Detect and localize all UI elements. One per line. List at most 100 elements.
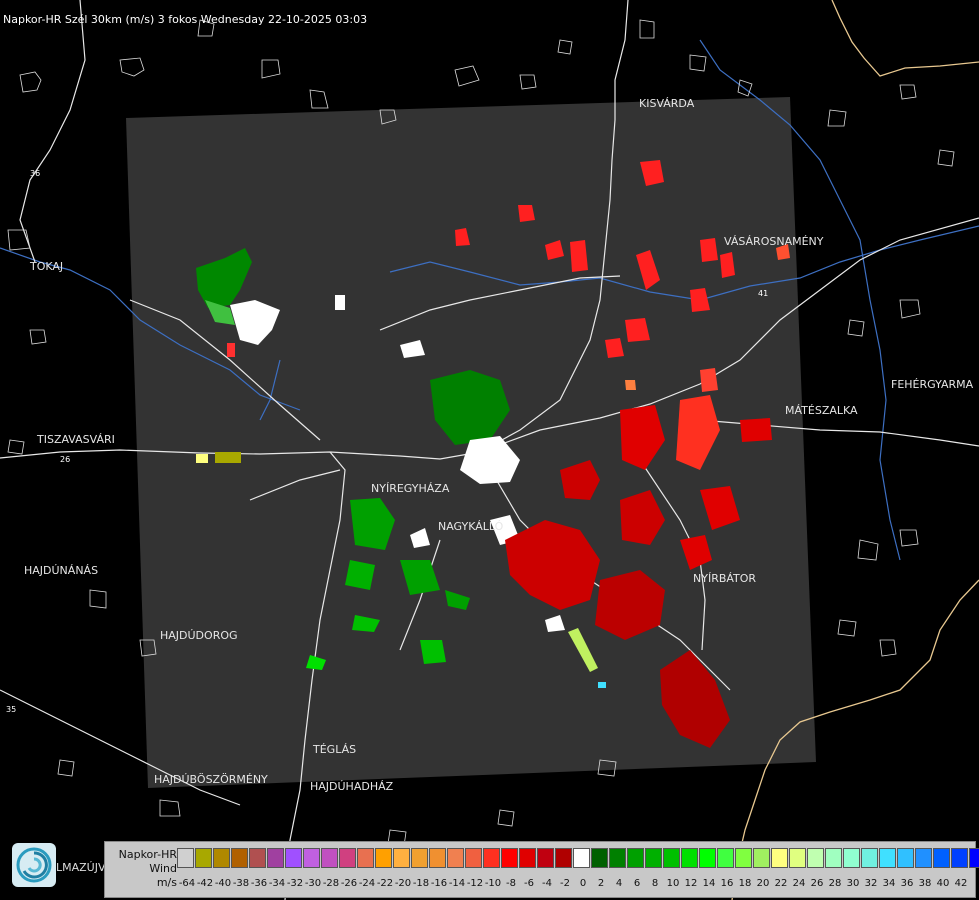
legend-tick-label: -22 xyxy=(376,878,394,889)
legend-tick-label: 40 xyxy=(936,878,950,889)
legend-swatch xyxy=(771,848,788,868)
legend-tick-label: 24 xyxy=(792,878,806,889)
legend-tick-label: 16 xyxy=(720,878,734,889)
legend-tick-label: -24 xyxy=(358,878,376,889)
legend-swatch xyxy=(951,848,968,868)
legend-tick-label: 20 xyxy=(756,878,770,889)
legend-swatch xyxy=(591,848,608,868)
map-title: Napkor-HR Szél 30km (m/s) 3 fokos Wednes… xyxy=(3,13,368,26)
city-label-hajdudorog: HAJDÚDOROG xyxy=(160,629,238,642)
legend-tick-label: -40 xyxy=(214,878,232,889)
legend-tick-label: 12 xyxy=(684,878,698,889)
legend-swatch xyxy=(969,848,979,868)
legend-swatch xyxy=(555,848,572,868)
legend-swatch xyxy=(825,848,842,868)
city-label-tiszavasvari: TISZAVASVÁRI xyxy=(36,433,115,446)
legend-tick-label: -28 xyxy=(322,878,340,889)
legend-swatch xyxy=(663,848,680,868)
city-label-teglas: TÉGLÁS xyxy=(312,743,356,756)
legend-swatch xyxy=(753,848,770,868)
legend-tick-label: -16 xyxy=(430,878,448,889)
city-label-fehergyarmat: FEHÉRGYARMA xyxy=(891,378,974,391)
legend-swatch xyxy=(357,848,374,868)
legend-swatch xyxy=(915,848,932,868)
city-label-kisvarda: KISVÁRDA xyxy=(639,97,695,110)
legend-swatch xyxy=(177,848,194,868)
legend-tick-label: 0 xyxy=(579,878,587,889)
legend-swatch xyxy=(195,848,212,868)
legend-tick-label: -4 xyxy=(542,878,552,889)
radar-map: 36 41 26 35 KISVÁRDA VÁSÁROSNAMÉNY TOKAJ… xyxy=(0,0,979,900)
city-label-hajduboszormeny: HAJDÚBÖSZÖRMÉNY xyxy=(154,773,268,786)
legend-tick-label: 38 xyxy=(918,878,932,889)
legend-tick-label: 32 xyxy=(864,878,878,889)
legend-tick-label: 10 xyxy=(666,878,680,889)
city-label-tokaj: TOKAJ xyxy=(29,260,63,273)
legend-tick-label: -8 xyxy=(506,878,516,889)
legend-tick-label: -64 xyxy=(178,878,196,889)
legend-tick-label: 30 xyxy=(846,878,860,889)
legend-swatch xyxy=(645,848,662,868)
legend-tick-label: 36 xyxy=(900,878,914,889)
legend-swatch xyxy=(375,848,392,868)
legend-swatch xyxy=(843,848,860,868)
legend-tick-label: 26 xyxy=(810,878,824,889)
legend-swatch xyxy=(681,848,698,868)
legend-swatch xyxy=(879,848,896,868)
legend-swatch xyxy=(717,848,734,868)
legend-tick-label: -38 xyxy=(232,878,250,889)
road-number: 35 xyxy=(6,705,16,714)
legend-swatch xyxy=(609,848,626,868)
road-number: 41 xyxy=(758,289,768,298)
city-label-vasarosnameny: VÁSÁROSNAMÉNY xyxy=(724,235,824,248)
legend-swatch xyxy=(933,848,950,868)
legend-tick-label: -26 xyxy=(340,878,358,889)
legend-swatch xyxy=(393,848,410,868)
legend-tick-label: -20 xyxy=(394,878,412,889)
legend-swatch xyxy=(303,848,320,868)
legend-swatch xyxy=(321,848,338,868)
legend-tick-label: 22 xyxy=(774,878,788,889)
city-label-nagykallo: NAGYKÁLLÓ xyxy=(438,520,504,533)
legend-swatch xyxy=(447,848,464,868)
legend-swatch xyxy=(627,848,644,868)
legend-tick-label: -32 xyxy=(286,878,304,889)
legend-swatch xyxy=(897,848,914,868)
legend-swatch xyxy=(519,848,536,868)
wind-legend: Napkor-HR Wind m/s -64 -42 -40 -38 -36 -34 -32… xyxy=(104,841,979,898)
legend-swatch xyxy=(249,848,266,868)
legend-title: Napkor-HR Wind m/s xyxy=(107,848,177,890)
legend-tick-label: 42 xyxy=(954,878,968,889)
legend-tick-label: -30 xyxy=(304,878,322,889)
legend-tick-label: 14 xyxy=(702,878,716,889)
legend-swatch xyxy=(339,848,356,868)
legend-quantity: Wind xyxy=(149,862,177,875)
legend-tick-label: 6 xyxy=(633,878,641,889)
legend-tick-label: -18 xyxy=(412,878,430,889)
legend-tick-label: -34 xyxy=(268,878,286,889)
legend-product: Napkor-HR xyxy=(118,848,177,861)
legend-swatch xyxy=(537,848,554,868)
legend-swatch xyxy=(465,848,482,868)
napkor-logo-icon xyxy=(12,843,56,887)
legend-swatch xyxy=(735,848,752,868)
legend-swatch xyxy=(573,848,590,868)
legend-tick-label: 28 xyxy=(828,878,842,889)
legend-swatch xyxy=(231,848,248,868)
legend-swatches xyxy=(177,848,979,868)
legend-swatch xyxy=(699,848,716,868)
legend-swatch xyxy=(411,848,428,868)
city-label-nyirbator: NYÍRBÁTOR xyxy=(693,572,756,585)
legend-swatch xyxy=(789,848,806,868)
legend-tick-label: 8 xyxy=(651,878,659,889)
road-number: 36 xyxy=(30,169,40,178)
legend-swatch xyxy=(807,848,824,868)
city-label-mateszalka: MÁTÉSZALKA xyxy=(785,404,858,417)
city-label-nyiregyhaza: NYÍREGYHÁZA xyxy=(371,482,450,495)
legend-swatch xyxy=(483,848,500,868)
legend-tick-label: 34 xyxy=(882,878,896,889)
legend-swatch xyxy=(267,848,284,868)
legend-swatch xyxy=(285,848,302,868)
legend-tick-label: 2 xyxy=(597,878,605,889)
legend-swatch xyxy=(501,848,518,868)
